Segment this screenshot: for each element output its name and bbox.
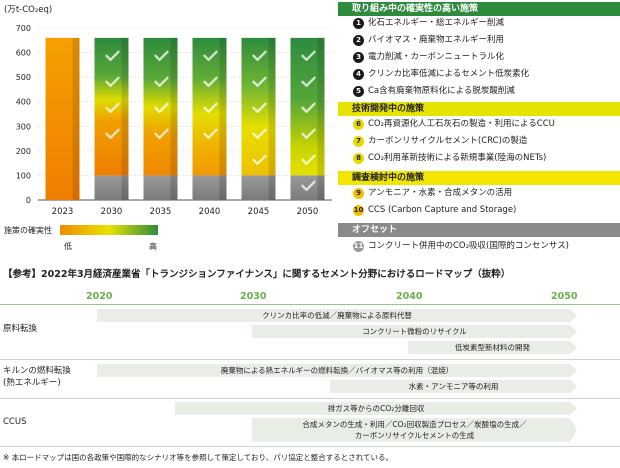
- bar-top-2040: [192, 33, 230, 38]
- bar-top-2050: [290, 33, 328, 38]
- y-tick-label: 200: [16, 147, 31, 156]
- synthetic-methane-line-2: カーボンリサイクルセメントの生成: [354, 431, 475, 440]
- section-development-title: 技術開発中の施策: [352, 104, 425, 114]
- measure-item-11: コンクリート併用中のCO₂吸収(国際的コンセンサス): [368, 241, 569, 251]
- measure-item-9: アンモニア・水素・合成メタンの活用: [368, 188, 513, 198]
- synthetic-methane-line-1: 合成メタンの生成・利用／CO₂回収製造プロセス／炭酸塩の生成／: [302, 420, 527, 429]
- x-tick-label-2030: 2030: [101, 207, 123, 217]
- measure-item-6: CO₂再資源化人工石灰石の製造・利用によるCCU: [368, 119, 555, 129]
- roadmap-year-2020: 2020: [86, 291, 113, 302]
- item-number-5: 5: [353, 86, 364, 97]
- offset-bar-side-2030: [121, 175, 129, 200]
- bar-side-2035: [170, 37, 178, 176]
- section-offset-header: オフセット: [338, 223, 620, 237]
- x-tick-label-2040: 2040: [199, 207, 221, 217]
- y-tick-label: 500: [16, 73, 31, 82]
- item-number-6: 6: [353, 119, 364, 130]
- item-number-2: 2: [353, 35, 364, 46]
- roadmap-footnote: ※ 本ロードマップは国の各政策や国際的なシナリオ等を参照して策定しており、パリ協…: [3, 453, 393, 462]
- bar-top-2030: [94, 33, 132, 38]
- bar-top-2035: [143, 33, 181, 38]
- roadmap-divider-2: [0, 398, 620, 399]
- item-number-9: 9: [353, 188, 364, 199]
- item-number-4: 4: [353, 69, 364, 80]
- legend-gradient-bar: [60, 225, 158, 235]
- roadmap-arrow-hydrogen-ammonia: 水素・アンモニア等の利用: [330, 380, 577, 393]
- roadmap-arrow-new-materials: 低炭素型新材料の開発: [408, 341, 577, 354]
- y-tick-label: 600: [16, 49, 31, 58]
- section-high-certainty-header: 取り組み中の確実性の高い施策: [338, 2, 620, 16]
- item-number-7: 7: [353, 136, 364, 147]
- roadmap-year-2050: 2050: [551, 291, 578, 302]
- bar-top-2023: [45, 33, 83, 38]
- roadmap-category-raw-material: 原料転換: [3, 324, 38, 334]
- measure-item-3: 電力削減・カーボンニュートラル化: [368, 52, 505, 62]
- roadmap-year-2040: 2040: [396, 291, 423, 302]
- offset-bar-side-2040: [219, 175, 227, 200]
- roadmap-arrow-co2-capture: 排ガス等からのCO₂分離回収: [175, 402, 577, 415]
- y-tick-label: 700: [16, 24, 31, 33]
- section-study-header: 調査検討中の施策: [338, 171, 620, 185]
- x-tick-label-2035: 2035: [150, 207, 172, 217]
- roadmap-divider-3: [0, 446, 620, 447]
- bar-side-2023: [72, 37, 80, 201]
- y-tick-label: 400: [16, 98, 31, 107]
- kiln-fuel-sublabel: (熱エネルギー): [3, 378, 61, 388]
- item-number-11: 11: [353, 241, 364, 252]
- item-number-10: 10: [353, 205, 364, 216]
- section-offset-title: オフセット: [352, 225, 398, 235]
- roadmap-arrow-concrete-recycle: コンクリート微粉のリサイクル: [252, 325, 577, 338]
- legend-title: 施策の確実性: [4, 225, 52, 235]
- offset-bar-side-2035: [170, 175, 178, 200]
- measure-item-4: クリンカ比率低減によるセメント低炭素化: [368, 69, 530, 79]
- bar-side-2030: [121, 37, 129, 176]
- emission-bar-chart: (万t-CO₂eq) 0 100 200 300 400 500 600 700 2023 20…: [4, 5, 332, 251]
- bar-side-2045: [268, 37, 276, 176]
- section-high-certainty-title: 取り組み中の確実性の高い施策: [352, 4, 479, 14]
- legend-low-label: 低: [64, 241, 72, 251]
- y-axis-label: (万t-CO₂eq): [4, 5, 52, 15]
- offset-bar-side-2050: [317, 175, 325, 200]
- measure-item-10: CCS (Carbon Capture and Storage): [368, 205, 517, 215]
- roadmap-arrow-synthetic-methane: 合成メタンの生成・利用／CO₂回収製造プロセス／炭酸塩の生成／ カーボンリサイク…: [252, 418, 577, 442]
- roadmap-category-kiln-fuel: キルンの燃料転換 (熱エネルギー): [3, 365, 71, 389]
- measure-item-2: バイオマス・廃棄物エネルギー利用: [368, 35, 505, 45]
- roadmap-divider-1: [0, 359, 620, 360]
- kiln-fuel-label: キルンの燃料転換: [3, 366, 71, 376]
- item-number-1: 1: [353, 18, 364, 29]
- y-tick-label: 100: [16, 171, 31, 180]
- bar-top-2045: [241, 33, 279, 38]
- offset-bar-side-2045: [268, 175, 276, 200]
- legend-high-label: 高: [149, 241, 157, 251]
- measure-item-8: CO₂利用革新技術による新規事業(陸海のNETs): [368, 153, 547, 163]
- bar-side-2040: [219, 37, 227, 176]
- roadmap-category-ccus: CCUS: [3, 417, 27, 427]
- item-number-3: 3: [353, 52, 364, 63]
- roadmap-arrow-waste-fuel: 廃棄物による熱エネルギーの燃料転換／バイオマス等の利用（混焼）: [97, 364, 577, 377]
- x-tick-label-2023: 2023: [52, 207, 74, 217]
- bar-side-2050: [317, 37, 325, 176]
- roadmap-title: 【参考】2022年3月経済産業省「トランジションファイナンス」に関するセメント分…: [3, 269, 511, 280]
- item-number-8: 8: [353, 153, 364, 164]
- measure-item-5: Ca含有廃棄物原料化による脱炭酸削減: [368, 86, 515, 96]
- x-tick-label-2045: 2045: [248, 207, 270, 217]
- roadmap-year-2030: 2030: [240, 291, 267, 302]
- section-study-title: 調査検討中の施策: [352, 173, 425, 183]
- measure-item-7: カーボンリサイクルセメント(CRC)の製造: [368, 136, 528, 146]
- roadmap-timeline: [0, 304, 620, 305]
- section-development-header: 技術開発中の施策: [338, 102, 620, 116]
- x-tick-label-2050: 2050: [297, 207, 319, 217]
- y-tick-label: 0: [26, 196, 31, 205]
- measure-item-1: 化石エネルギー・総エネルギー削減: [368, 18, 505, 28]
- y-tick-label: 300: [16, 122, 31, 131]
- roadmap-arrow-clinker-reduction: クリンカ比率の低減／廃棄物による原料代替: [97, 309, 577, 322]
